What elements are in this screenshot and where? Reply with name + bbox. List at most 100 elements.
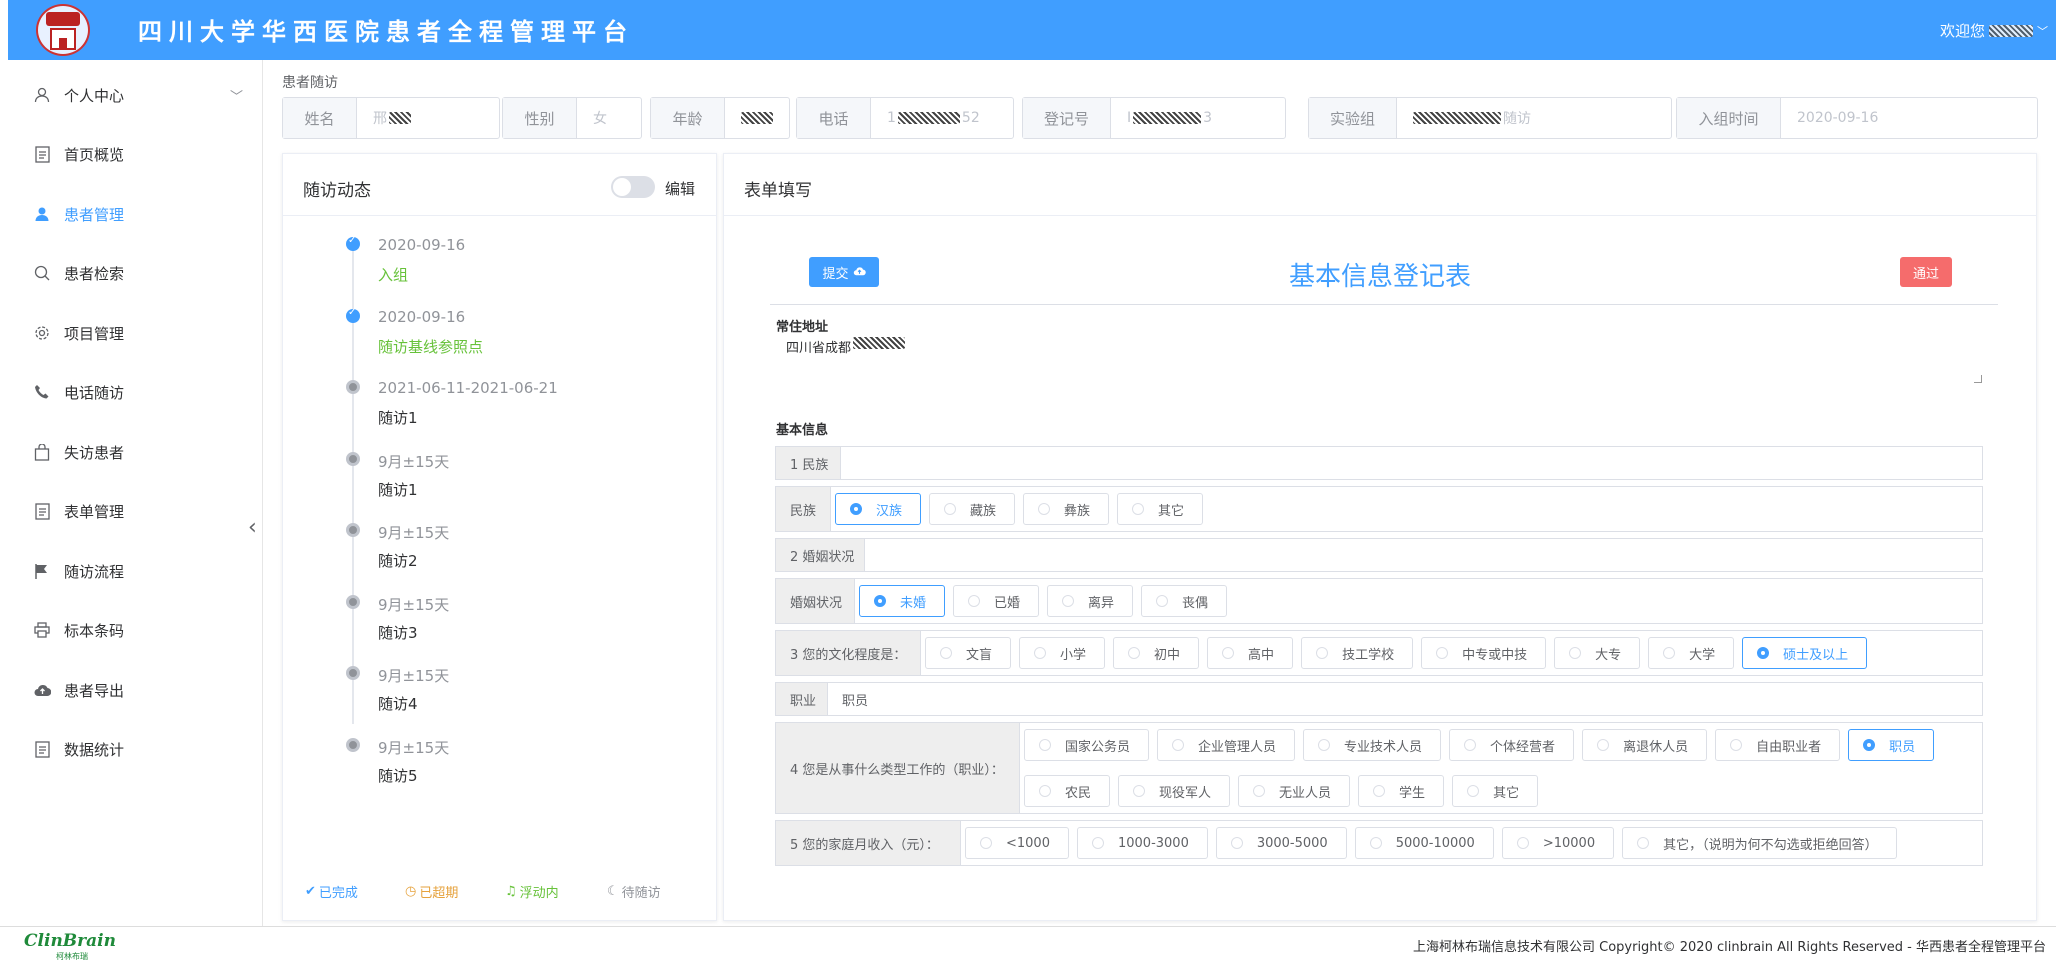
radio-option-label: 已婚 bbox=[994, 595, 1021, 611]
timeline-label[interactable]: 随访1 bbox=[378, 479, 418, 500]
radio-option[interactable]: 离退休人员 bbox=[1582, 729, 1708, 761]
radio-option[interactable]: 5000-10000 bbox=[1354, 827, 1494, 859]
edit-toggle-switch[interactable] bbox=[611, 176, 655, 198]
radio-option[interactable]: 自由职业者 bbox=[1715, 729, 1841, 761]
form-row-marital: 婚姻状况 未婚 已婚 离异 丧偶 bbox=[775, 578, 1983, 624]
radio-option[interactable]: 初中 bbox=[1113, 637, 1200, 669]
radio-circle-icon bbox=[1222, 647, 1235, 659]
chevron-down-icon: ﹀ bbox=[229, 90, 243, 105]
bell-icon: ♫ bbox=[505, 884, 517, 899]
radio-option[interactable]: 其它，（说明为何不勾选或拒绝回答） bbox=[1622, 827, 1897, 859]
radio-option[interactable]: 中专或中技 bbox=[1421, 637, 1547, 669]
radio-option[interactable]: 职员 bbox=[1848, 729, 1935, 761]
sidebar-item-statistics[interactable]: 数据统计 bbox=[0, 727, 263, 771]
timeline-dot-pending bbox=[346, 523, 360, 537]
sidebar-item-lost-patients[interactable]: 失访患者 bbox=[0, 430, 263, 474]
edit-label: 编辑 bbox=[665, 180, 696, 198]
sidebar-item-label: 数据统计 bbox=[64, 740, 125, 759]
address-textarea[interactable]: 四川省成都 bbox=[776, 335, 1984, 385]
timeline-label[interactable]: 随访1 bbox=[378, 407, 418, 428]
radio-option-label: 学生 bbox=[1399, 785, 1426, 801]
masked-text bbox=[389, 112, 411, 124]
sidebar-item-patient-management[interactable]: 患者管理 bbox=[0, 192, 263, 236]
timeline-date: 9月±15天 bbox=[378, 453, 450, 471]
sidebar-item-personal-center[interactable]: 个人中心 ﹀ bbox=[0, 73, 263, 117]
masked-text bbox=[1133, 112, 1202, 124]
radio-option[interactable]: 其它 bbox=[1452, 775, 1539, 807]
radio-option[interactable]: 技工学校 bbox=[1301, 637, 1414, 669]
sidebar-item-patient-export[interactable]: 患者导出 bbox=[0, 668, 263, 712]
radio-option[interactable]: 小学 bbox=[1019, 637, 1106, 669]
radio-option[interactable]: 3000-5000 bbox=[1215, 827, 1347, 859]
masked-text bbox=[897, 112, 960, 124]
resize-handle-icon[interactable] bbox=[1974, 375, 1982, 383]
sidebar-item-home[interactable]: 首页概览 bbox=[0, 132, 263, 176]
radio-option[interactable]: 硕士及以上 bbox=[1742, 637, 1868, 669]
timeline-label[interactable]: 随访基线参照点 bbox=[378, 336, 483, 357]
address-label: 常住地址 bbox=[776, 320, 829, 335]
masked-text bbox=[741, 112, 773, 124]
radio-option-label: <1000 bbox=[1006, 835, 1050, 851]
legend-pending: ☾ 待随访 bbox=[607, 882, 661, 901]
sidebar-item-patient-search[interactable]: 患者检索 bbox=[0, 251, 263, 295]
radio-option[interactable]: 专业技术人员 bbox=[1303, 729, 1442, 761]
bag-icon bbox=[33, 443, 51, 461]
radio-option[interactable]: <1000 bbox=[965, 827, 1069, 859]
legend-floating: ♫ 浮动内 bbox=[505, 882, 559, 901]
radio-option-label: 其它 bbox=[1158, 503, 1185, 519]
sidebar-item-label: 失访患者 bbox=[64, 443, 125, 462]
approve-button[interactable]: 通过 bbox=[1900, 257, 1952, 287]
radio-circle-icon bbox=[1467, 785, 1480, 797]
sidebar-item-project-management[interactable]: 项目管理 bbox=[0, 311, 263, 355]
radio-option[interactable]: 企业管理人员 bbox=[1157, 729, 1296, 761]
sidebar-item-followup-process[interactable]: 随访流程 bbox=[0, 549, 263, 593]
timeline-label[interactable]: 入组 bbox=[378, 264, 408, 285]
work-type-radio-group: 国家公务员 企业管理人员 专业技术人员 个体经营者 离退休人员 自由职业者 职员… bbox=[1020, 723, 1960, 813]
timeline-label[interactable]: 随访2 bbox=[378, 550, 418, 571]
radio-option[interactable]: 农民 bbox=[1024, 775, 1111, 807]
radio-circle-icon bbox=[1318, 739, 1331, 751]
patient-gender-value: 女 bbox=[593, 111, 607, 127]
user-menu[interactable]: 欢迎您 ﹀ bbox=[1940, 20, 2048, 41]
timeline-date: 9月±15天 bbox=[378, 524, 450, 542]
radio-option[interactable]: 高中 bbox=[1207, 637, 1294, 669]
radio-option-label: 高中 bbox=[1248, 647, 1275, 663]
radio-option[interactable]: 彝族 bbox=[1023, 493, 1110, 525]
radio-option[interactable]: 学生 bbox=[1358, 775, 1445, 807]
radio-option[interactable]: 文盲 bbox=[925, 637, 1012, 669]
radio-option[interactable]: 其它 bbox=[1117, 493, 1204, 525]
radio-option[interactable]: 藏族 bbox=[929, 493, 1016, 525]
sidebar-item-label: 表单管理 bbox=[64, 502, 125, 521]
radio-option-label: 离退休人员 bbox=[1623, 739, 1689, 755]
collapse-sidebar-icon[interactable]: ‹ bbox=[248, 515, 257, 540]
radio-option[interactable]: 国家公务员 bbox=[1024, 729, 1150, 761]
timeline-dot-pending bbox=[346, 595, 360, 609]
radio-option[interactable]: 离异 bbox=[1047, 585, 1134, 617]
radio-option[interactable]: 已婚 bbox=[953, 585, 1040, 617]
sidebar-item-form-management[interactable]: 表单管理 bbox=[0, 489, 263, 533]
radio-option[interactable]: 大学 bbox=[1648, 637, 1735, 669]
timeline-label[interactable]: 随访3 bbox=[378, 622, 418, 643]
sidebar-item-phone-followup[interactable]: 电话随访 bbox=[0, 370, 263, 414]
timeline-label[interactable]: 随访4 bbox=[378, 693, 418, 714]
radio-option-label: 自由职业者 bbox=[1756, 739, 1822, 755]
radio-option[interactable]: 现役军人 bbox=[1118, 775, 1231, 807]
sidebar-item-specimen-barcode[interactable]: 标本条码 bbox=[0, 608, 263, 652]
radio-option[interactable]: 无业人员 bbox=[1238, 775, 1351, 807]
radio-option-label: 初中 bbox=[1154, 647, 1181, 663]
radio-option[interactable]: 未婚 bbox=[859, 585, 946, 617]
occupation-value[interactable]: 职员 bbox=[828, 683, 868, 715]
radio-option[interactable]: 汉族 bbox=[835, 493, 922, 525]
radio-circle-icon bbox=[1230, 837, 1243, 849]
radio-option[interactable]: 1000-3000 bbox=[1076, 827, 1208, 859]
radio-circle-icon bbox=[1253, 785, 1266, 797]
radio-option[interactable]: >10000 bbox=[1501, 827, 1615, 859]
radio-circle-icon bbox=[1038, 503, 1051, 515]
radio-circle-icon bbox=[1369, 837, 1382, 849]
timeline-label[interactable]: 随访5 bbox=[378, 765, 418, 786]
radio-option[interactable]: 大专 bbox=[1554, 637, 1641, 669]
radio-option-label: 现役军人 bbox=[1159, 785, 1212, 801]
radio-option[interactable]: 个体经营者 bbox=[1449, 729, 1575, 761]
radio-option[interactable]: 丧偶 bbox=[1141, 585, 1228, 617]
question-label: 婚姻状况 bbox=[776, 579, 855, 623]
